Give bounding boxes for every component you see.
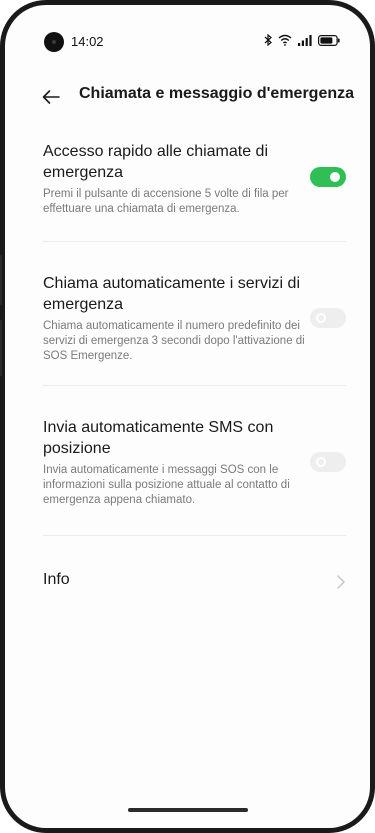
divider [43, 385, 346, 386]
quick-emergency-call-toggle[interactable] [310, 167, 346, 187]
side-button [0, 255, 2, 305]
toggle-knob [316, 457, 326, 467]
bluetooth-icon [264, 33, 272, 51]
toggle-knob [316, 313, 326, 323]
setting-quick-emergency-call: Accesso rapido alle chiamate di emergenz… [43, 141, 346, 217]
side-button [0, 320, 2, 376]
setting-description: Chiama automaticamente il numero predefi… [43, 320, 305, 362]
status-time: 14:02 [71, 34, 104, 49]
auto-call-toggle[interactable] [310, 308, 346, 328]
home-indicator[interactable] [127, 808, 248, 812]
setting-auto-sms-location: Invia automaticamente SMS con posizione … [43, 417, 346, 508]
setting-description: Premi il pulsante di accensione 5 volte … [43, 188, 289, 215]
arrow-left-icon[interactable] [41, 87, 61, 107]
setting-title: Accesso rapido alle chiamate di emergenz… [43, 143, 269, 181]
info-row[interactable]: Info [43, 571, 346, 593]
phone-frame: 14:02 Chiamata e messaggio d'emergenza A… [0, 0, 375, 833]
screen: 14:02 Chiamata e messaggio d'emergenza A… [5, 5, 370, 828]
status-bar: 14:02 [5, 5, 370, 55]
setting-title: Invia automaticamente SMS con posizione [43, 419, 274, 457]
divider [43, 241, 346, 242]
battery-icon [318, 33, 340, 51]
setting-description: Invia automaticamente i messaggi SOS con… [43, 464, 290, 506]
wifi-icon [278, 33, 292, 51]
chevron-right-icon [336, 574, 346, 590]
setting-auto-call-emergency-services: Chiama automaticamente i servizi di emer… [43, 273, 346, 364]
divider [43, 535, 346, 536]
setting-title: Chiama automaticamente i servizi di emer… [43, 275, 300, 313]
status-icons [264, 33, 340, 51]
auto-sms-toggle[interactable] [310, 452, 346, 472]
front-camera [44, 32, 64, 52]
header: Chiamata e messaggio d'emergenza [5, 77, 370, 117]
signal-icon [298, 33, 312, 51]
toggle-knob [330, 172, 340, 182]
info-label: Info [43, 571, 70, 588]
page-title: Chiamata e messaggio d'emergenza [79, 85, 355, 102]
